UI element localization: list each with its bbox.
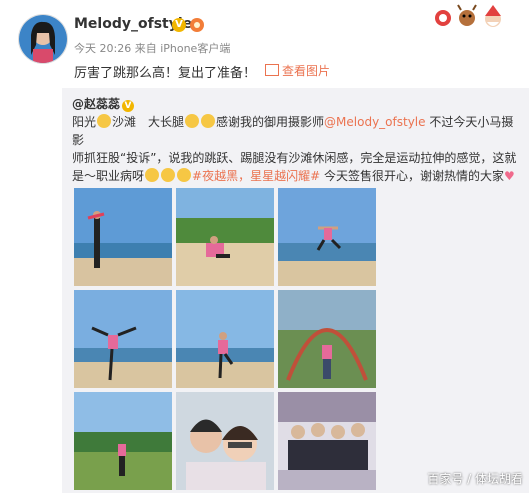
repost-author-line: @赵蕊蕊 V bbox=[72, 95, 522, 113]
mention-link[interactable]: @Melody_ofstyle bbox=[324, 115, 425, 129]
repost-text: @赵蕊蕊 V 阳光 沙滩 大长腿 感谢我的御用摄影师@Melody_ofstyle 不… bbox=[72, 95, 522, 185]
photo-2[interactable] bbox=[176, 188, 274, 286]
emoji-icon bbox=[161, 168, 176, 182]
repost-line-3: 是～职业病呀 #夜越黑，星星越闪耀# 今天签售很开心，谢谢热情的大家♥ bbox=[72, 168, 515, 183]
view-pictures-label: 查看图片 bbox=[282, 64, 331, 78]
post-source[interactable]: 来自 iPhone客户端 bbox=[135, 42, 231, 55]
photo-7[interactable] bbox=[74, 392, 172, 490]
heart-icon: ♥ bbox=[503, 169, 515, 183]
level-icon bbox=[189, 17, 205, 33]
christmas-decoration-icon bbox=[433, 4, 515, 28]
weibo-post: Melody_ofstyle V 今天 20:26 来自 iPhone客户端 厉… bbox=[0, 0, 529, 493]
view-pictures-link[interactable]: 查看图片 bbox=[265, 62, 330, 79]
watermark: 百家号 / 体坛胡看 bbox=[427, 472, 523, 486]
photo-5[interactable] bbox=[176, 290, 274, 388]
photo-4[interactable] bbox=[74, 290, 172, 388]
vip-icon: V bbox=[122, 100, 135, 112]
photo-6[interactable] bbox=[278, 290, 376, 388]
photo-1[interactable] bbox=[74, 188, 172, 286]
avatar[interactable] bbox=[18, 14, 68, 64]
hashtag-link[interactable]: #夜越黑，星星越闪耀# bbox=[192, 169, 320, 183]
picture-icon bbox=[265, 64, 279, 76]
photo-9[interactable] bbox=[278, 392, 376, 490]
post-time[interactable]: 今天 20:26 bbox=[74, 42, 131, 55]
repost-author[interactable]: @赵蕊蕊 bbox=[72, 97, 120, 111]
post-text: 厉害了跳那么高！复出了准备！ bbox=[74, 66, 257, 81]
post-meta: 今天 20:26 来自 iPhone客户端 bbox=[74, 40, 230, 56]
emoji-icon bbox=[97, 114, 112, 128]
repost-line-1: 阳光 沙滩 大长腿 感谢我的御用摄影师@Melody_ofstyle 不过今天小马摄… bbox=[72, 114, 514, 147]
photo-3[interactable] bbox=[278, 188, 376, 286]
emoji-icon bbox=[201, 114, 216, 128]
vip-icon: V bbox=[172, 18, 186, 32]
emoji-icon bbox=[145, 168, 160, 182]
emoji-icon bbox=[177, 168, 192, 182]
emoji-icon bbox=[185, 114, 200, 128]
repost-line-2: 师抓狂股“投诉”，说我的跳跃、踢腿没有沙滩休闲感，完全是运动拉伸的感觉，这就 bbox=[72, 151, 517, 165]
photo-8[interactable] bbox=[176, 392, 274, 490]
